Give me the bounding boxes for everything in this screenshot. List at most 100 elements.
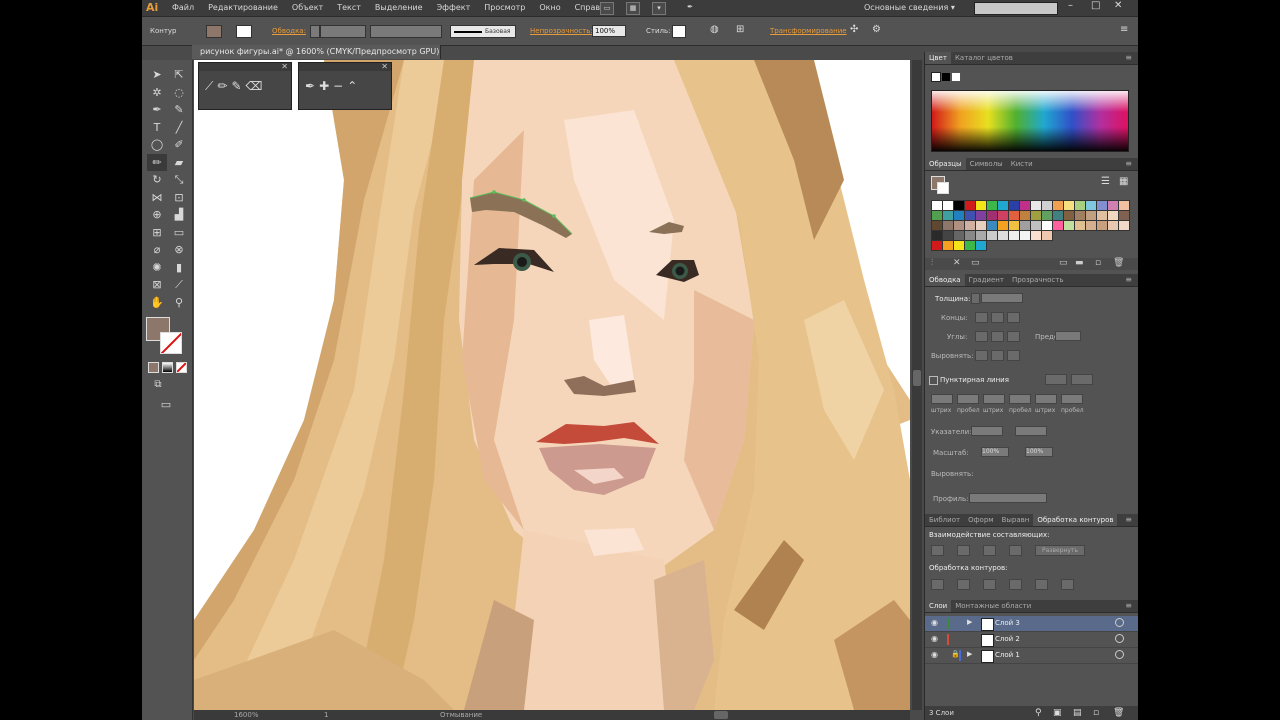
end-scale-field[interactable]: 100% <box>1025 447 1053 457</box>
round-join-button[interactable] <box>991 331 1004 342</box>
swatch-library-icon[interactable]: ⫶ <box>931 258 933 268</box>
align-center-button[interactable] <box>975 350 988 361</box>
panel-menu-icon[interactable]: ≡ <box>1121 514 1136 526</box>
opacity-field[interactable]: 100% <box>592 25 626 37</box>
brush-definition[interactable]: Базовая <box>450 25 516 38</box>
menu-effect[interactable]: Эффект <box>437 3 471 12</box>
tab-align[interactable]: Выравн <box>998 514 1034 526</box>
tab-stroke[interactable]: Обводка <box>925 274 965 286</box>
artboard-number[interactable]: 1 <box>324 711 328 719</box>
butt-cap-button[interactable] <box>975 312 988 323</box>
new-color-group-icon[interactable]: ▭ <box>1059 258 1068 268</box>
expand-button[interactable]: Развернуть <box>1035 545 1085 556</box>
shape-builder-tool-icon[interactable]: ⊕ <box>147 206 167 224</box>
divide-button[interactable] <box>931 579 944 590</box>
color-white-swatch[interactable] <box>951 72 961 82</box>
bevel-join-button[interactable] <box>1007 331 1020 342</box>
dash-align-button[interactable] <box>1071 374 1093 385</box>
anchor-convert-icon[interactable]: ⌃ <box>347 79 357 93</box>
tab-transparency[interactable]: Прозрачность <box>1008 274 1068 286</box>
zoom-tool-icon[interactable]: ⚲ <box>169 294 189 312</box>
close-icon[interactable]: ✕ <box>381 62 388 71</box>
dashed-line-checkbox[interactable] <box>929 376 938 385</box>
rotate-tool-icon[interactable]: ↻ <box>147 171 167 189</box>
minus-back-button[interactable] <box>1061 579 1074 590</box>
tab-brushes[interactable]: Кисти <box>1007 158 1037 170</box>
width-tool-icon[interactable]: ⋈ <box>147 189 167 207</box>
layer-target-icon[interactable] <box>1115 618 1124 627</box>
layer-name[interactable]: Слой 2 <box>995 635 1020 643</box>
lasso-tool-icon[interactable]: ◌ <box>169 84 189 102</box>
select-similar-icon[interactable]: ⚙ <box>872 24 881 35</box>
layer-row[interactable]: ◉ ▶ Слой 3 <box>925 616 1138 632</box>
swatch-kind-icon[interactable]: ✕ <box>953 258 961 268</box>
gradient-tool-icon[interactable]: ▭ <box>169 224 189 242</box>
free-transform-tool-icon[interactable]: ⊡ <box>169 189 189 207</box>
gap-field-2[interactable] <box>1009 394 1031 404</box>
layer-row[interactable]: ◉ Слой 2 <box>925 632 1138 648</box>
minus-front-button[interactable] <box>957 545 970 556</box>
help-search-input[interactable] <box>974 2 1058 15</box>
panel-menu-icon[interactable]: ≡ <box>1121 158 1136 170</box>
menu-view[interactable]: Просмотр <box>484 3 525 12</box>
profile-select[interactable] <box>969 493 1047 503</box>
blend-tool-icon[interactable]: ⊗ <box>169 241 189 259</box>
panel-menu-icon[interactable]: ≡ <box>1121 52 1136 64</box>
intersect-button[interactable] <box>983 545 996 556</box>
tab-gradient[interactable]: Градиент <box>965 274 1008 286</box>
graphic-style-box[interactable] <box>672 25 686 38</box>
merge-button[interactable] <box>983 579 996 590</box>
type-tool-icon[interactable]: T <box>147 119 167 137</box>
pen-tool-icon[interactable]: ✒ <box>147 101 167 119</box>
horizontal-scroll-thumb[interactable] <box>714 711 728 719</box>
crop-button[interactable] <box>1009 579 1022 590</box>
layer-name[interactable]: Слой 1 <box>995 651 1020 659</box>
magic-wand-tool-icon[interactable]: ✲ <box>147 84 167 102</box>
layer-row[interactable]: ◉ 🔒 ▶ Слой 1 <box>925 648 1138 664</box>
dash-field-1[interactable] <box>931 394 953 404</box>
screen-mode-icon[interactable]: ▭ <box>156 396 176 414</box>
tab-layers[interactable]: Слои <box>925 600 952 612</box>
close-icon[interactable]: ✕ <box>281 62 288 71</box>
expand-triangle-icon[interactable]: ▶ <box>967 650 972 658</box>
pencil-tool-icon[interactable]: ✏ <box>147 153 167 171</box>
mesh-tool-icon[interactable]: ⊞ <box>147 224 167 242</box>
menu-select[interactable]: Выделение <box>375 3 423 12</box>
grid-view-icon[interactable]: ▦ <box>1119 176 1128 187</box>
graph-tool-icon[interactable]: ▮ <box>169 259 189 277</box>
stroke-swatch[interactable] <box>160 332 182 354</box>
new-swatch-icon[interactable]: ▫ <box>1095 258 1101 268</box>
panel-menu-icon[interactable]: ≡ <box>1121 600 1136 612</box>
isolate-icon[interactable]: ✣ <box>850 24 858 35</box>
stroke-color-box[interactable] <box>236 25 252 38</box>
swatch-options-icon[interactable]: ▭ <box>971 258 980 268</box>
path-eraser-icon[interactable]: ⌫ <box>246 79 263 94</box>
tab-libraries[interactable]: Библиот <box>925 514 964 526</box>
end-arrow-select[interactable] <box>1015 426 1047 436</box>
start-scale-field[interactable]: 100% <box>981 447 1009 457</box>
maximize-icon[interactable]: □ <box>1091 0 1100 11</box>
visibility-eye-icon[interactable]: ◉ <box>931 650 938 659</box>
menu-object[interactable]: Объект <box>292 3 323 12</box>
dash-field-3[interactable] <box>1035 394 1057 404</box>
visibility-eye-icon[interactable]: ◉ <box>931 618 938 627</box>
arrange-docs-icon[interactable]: ▦ <box>626 2 640 15</box>
tab-color[interactable]: Цвет <box>925 52 951 64</box>
panel-menu-icon[interactable]: ≡ <box>1120 24 1128 35</box>
unite-button[interactable] <box>931 545 944 556</box>
expand-triangle-icon[interactable]: ▶ <box>967 618 972 626</box>
outline-button[interactable] <box>1035 579 1048 590</box>
menu-file[interactable]: Файл <box>172 3 194 12</box>
delete-anchor-icon[interactable]: − <box>333 79 343 93</box>
tab-pathfinder[interactable]: Обработка контуров <box>1033 514 1118 526</box>
vertical-scroll-thumb[interactable] <box>913 370 921 386</box>
direct-selection-tool-icon[interactable]: ⇱ <box>169 66 189 84</box>
hand-tool-icon[interactable]: ✋ <box>147 294 167 312</box>
slice-tool-icon[interactable]: ⟋ <box>169 276 189 294</box>
tab-color-guide[interactable]: Каталог цветов <box>951 52 1017 64</box>
align-outside-button[interactable] <box>1007 350 1020 361</box>
limit-field[interactable] <box>1055 331 1081 341</box>
folder-icon[interactable]: ▬ <box>1075 258 1084 268</box>
pen-icon[interactable]: ✒ <box>305 79 315 93</box>
ellipse-tool-icon[interactable]: ◯ <box>147 136 167 154</box>
